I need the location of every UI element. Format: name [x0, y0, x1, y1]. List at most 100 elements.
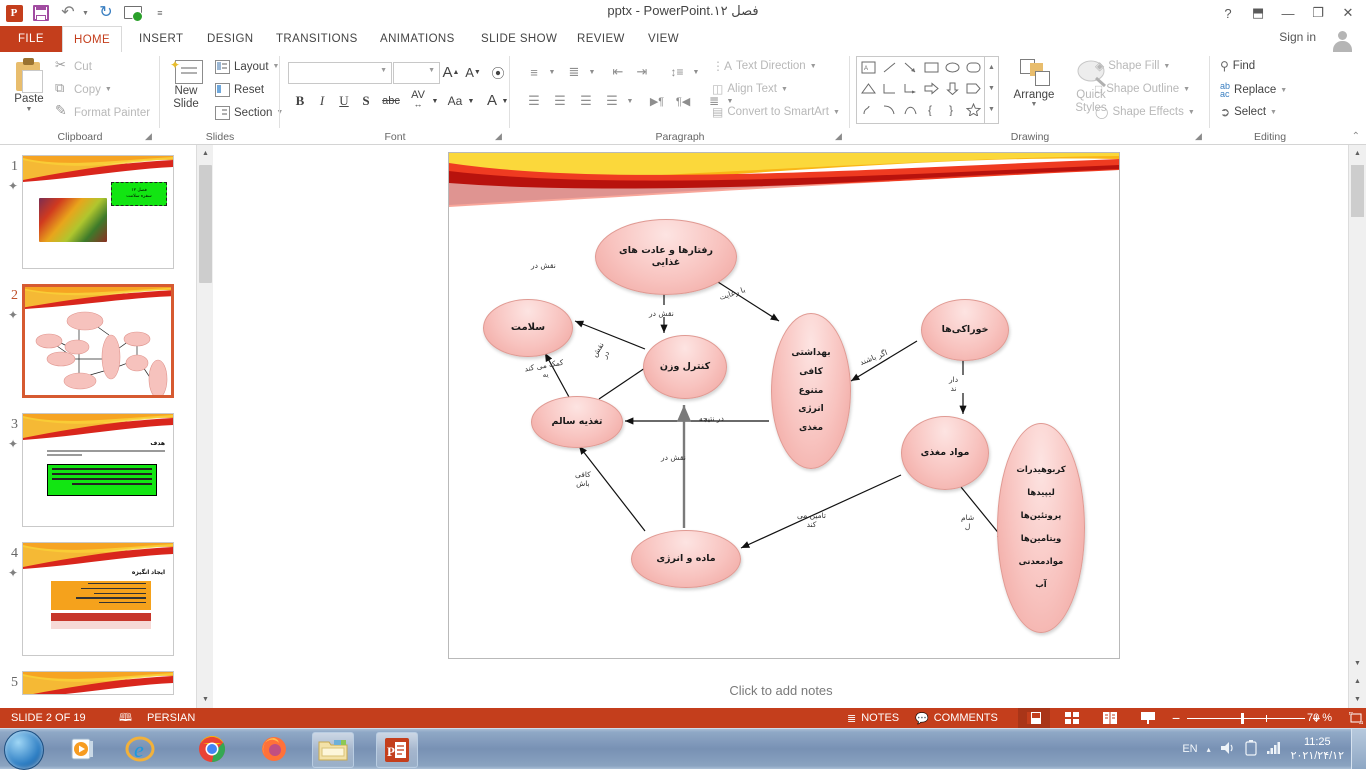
file-explorer-icon[interactable]: [312, 732, 354, 768]
tab-transitions[interactable]: TRANSITIONS: [265, 26, 369, 52]
thumbpane-scroll-up-icon[interactable]: ▲: [197, 145, 214, 162]
character-spacing-caret[interactable]: ▼: [430, 90, 440, 112]
media-player-icon[interactable]: [68, 733, 100, 765]
elbow-connector-icon[interactable]: [880, 79, 899, 98]
smartart-caret[interactable]: ▼: [833, 109, 840, 116]
thumbnail-frame[interactable]: فصل ۱۲سفره سلامت: [22, 155, 174, 269]
arrow-shape-icon[interactable]: [901, 58, 920, 77]
numbering-button[interactable]: ≣: [562, 61, 586, 83]
ltr-direction-button[interactable]: ▶¶: [644, 90, 670, 112]
drawing-dialog-launcher[interactable]: ◢: [1195, 131, 1206, 142]
tab-home[interactable]: HOME: [62, 26, 122, 53]
node-weight-control[interactable]: کنترل وزن: [643, 335, 727, 399]
shapes-more-icon[interactable]: ▼: [985, 99, 998, 120]
ribbon-display-options-button[interactable]: ⬒: [1244, 1, 1272, 25]
align-center-button[interactable]: ☰: [548, 90, 572, 112]
layout-button[interactable]: Layout ▼: [214, 59, 279, 74]
paragraph-dialog-launcher[interactable]: ◢: [835, 131, 846, 142]
copy-button[interactable]: Copy ▼: [55, 82, 112, 97]
decrease-font-size-button[interactable]: A▼: [462, 61, 484, 83]
text-shadow-button[interactable]: S: [356, 90, 376, 112]
tab-insert[interactable]: INSERT: [128, 26, 194, 52]
shape-outline-button[interactable]: □ Shape Outline ▼: [1095, 82, 1190, 96]
network-icon[interactable]: [1266, 741, 1282, 758]
main-scroll-down-icon[interactable]: ▼: [1349, 655, 1366, 672]
thumbnail-slide-1[interactable]: 1 ✦ فصل ۱۲سفره سلامت: [22, 155, 174, 269]
font-color-button[interactable]: A: [483, 88, 501, 112]
thumbnail-slide-5[interactable]: 5: [22, 671, 174, 695]
tab-slide-show[interactable]: SLIDE SHOW: [470, 26, 568, 52]
zoom-out-button[interactable]: −: [1165, 710, 1187, 726]
font-size-combobox[interactable]: ▼: [393, 62, 440, 84]
copy-dropdown-caret[interactable]: ▼: [105, 86, 112, 93]
format-painter-button[interactable]: Format Painter: [55, 105, 150, 120]
reading-view-button[interactable]: [1094, 708, 1126, 728]
replace-caret[interactable]: ▼: [1280, 87, 1287, 94]
line-spacing-button[interactable]: ↕≡: [664, 61, 690, 83]
shape-effects-caret[interactable]: ▼: [1188, 109, 1195, 116]
google-chrome-icon[interactable]: [196, 733, 228, 765]
show-hidden-icons-button[interactable]: ▴: [1207, 745, 1211, 754]
node-matter-energy[interactable]: ماده و انرژی: [631, 530, 741, 588]
notes-button[interactable]: ≣ NOTES: [840, 708, 906, 728]
thumbnail-pane-scrollbar[interactable]: ▲ ▼: [196, 145, 214, 708]
reset-button[interactable]: Reset: [214, 82, 264, 97]
slide-sorter-view-button[interactable]: [1056, 708, 1088, 728]
clear-formatting-icon[interactable]: ⦿: [488, 61, 508, 83]
collapse-ribbon-button[interactable]: ⌃: [1352, 131, 1360, 142]
tab-review[interactable]: REVIEW: [566, 26, 636, 52]
shape-outline-caret[interactable]: ▼: [1183, 86, 1190, 93]
line-shape-icon[interactable]: [880, 58, 899, 77]
shape-fill-caret[interactable]: ▼: [1163, 63, 1170, 70]
curve-shape-icon[interactable]: [880, 100, 899, 119]
paste-button[interactable]: Paste ▼: [6, 56, 52, 124]
thumbpane-scroll-down-icon[interactable]: ▼: [197, 691, 214, 708]
thumbpane-scroll-thumb[interactable]: [199, 165, 212, 283]
freeform-shape-icon[interactable]: [859, 100, 878, 119]
rtl-direction-button[interactable]: ¶◀: [670, 90, 696, 112]
font-name-combobox[interactable]: ▼: [288, 62, 392, 84]
previous-slide-icon[interactable]: ▲: [1349, 673, 1366, 690]
character-spacing-button[interactable]: AV↔: [405, 88, 431, 112]
shape-effects-button[interactable]: ◯ Shape Effects ▼: [1095, 105, 1195, 119]
account-avatar[interactable]: [1328, 28, 1358, 52]
section-button[interactable]: Section ▼: [214, 105, 283, 120]
increase-indent-button[interactable]: ⇥: [630, 61, 654, 83]
battery-icon[interactable]: [1245, 740, 1257, 759]
change-case-button[interactable]: Aa: [443, 90, 467, 112]
clock[interactable]: 11:25 ۲۰۲۱/۲۴/۱۲: [1291, 735, 1344, 763]
line-spacing-caret[interactable]: ▼: [690, 61, 702, 83]
replace-button[interactable]: abac Replace ▼: [1220, 82, 1287, 98]
arrange-button[interactable]: Arrange ▼: [1005, 56, 1063, 108]
clipboard-dialog-launcher[interactable]: ◢: [145, 131, 156, 142]
sign-in-button[interactable]: Sign in: [1279, 30, 1316, 44]
thumbnail-frame[interactable]: [22, 671, 174, 695]
start-button[interactable]: [4, 730, 44, 770]
underline-button[interactable]: U: [334, 90, 354, 112]
tab-view[interactable]: VIEW: [637, 26, 690, 52]
left-brace-shape-icon[interactable]: {: [922, 100, 941, 119]
powerpoint-taskbar-icon[interactable]: P: [376, 732, 418, 768]
triangle-shape-icon[interactable]: [859, 79, 878, 98]
cut-button[interactable]: Cut: [55, 59, 92, 74]
align-text-button[interactable]: ◫ Align Text ▼: [712, 82, 788, 96]
slide-area-scrollbar[interactable]: ▲ ▼ ▲ ▼: [1348, 145, 1366, 708]
right-arrow-shape-icon[interactable]: [922, 79, 941, 98]
pentagon-shape-icon[interactable]: [964, 79, 983, 98]
justify-caret[interactable]: ▼: [624, 90, 636, 112]
node-behaviors[interactable]: رفتارها و عادت های غذایی: [595, 219, 737, 295]
textbox-shape-icon[interactable]: A: [859, 58, 878, 77]
bullets-button[interactable]: ≡: [522, 61, 546, 83]
tab-file[interactable]: FILE: [0, 26, 62, 52]
font-size-caret[interactable]: ▼: [428, 67, 435, 74]
zoom-level-label[interactable]: 70 %: [1300, 708, 1339, 728]
help-button[interactable]: ?: [1214, 1, 1242, 25]
thumbnail-frame[interactable]: هدف: [22, 413, 174, 527]
italic-button[interactable]: I: [312, 90, 332, 112]
bold-button[interactable]: B: [290, 90, 310, 112]
right-brace-shape-icon[interactable]: }: [943, 100, 962, 119]
slide-edit-area[interactable]: رفتارها و عادت های غذایی سلامت کنترل وزن…: [213, 145, 1349, 673]
font-dialog-launcher[interactable]: ◢: [495, 131, 506, 142]
oval-shape-icon[interactable]: [943, 58, 962, 77]
new-slide-button[interactable]: ✦ New Slide: [160, 56, 212, 111]
